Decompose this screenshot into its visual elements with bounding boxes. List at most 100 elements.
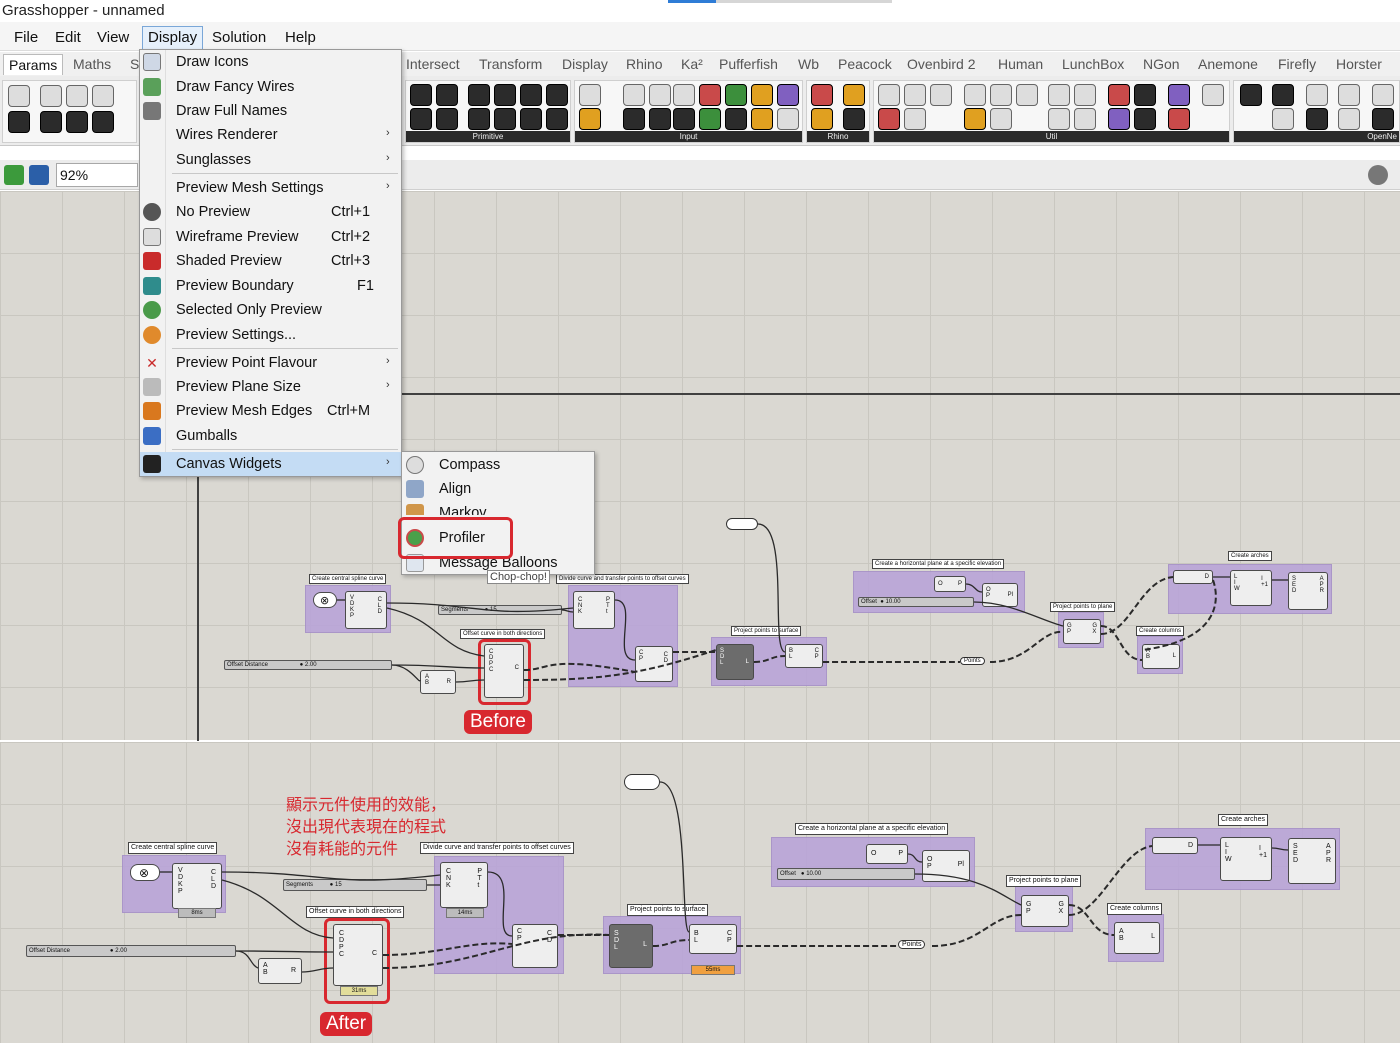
tab-ngon[interactable]: NGon: [1143, 56, 1180, 72]
tab-human[interactable]: Human: [998, 56, 1043, 72]
util-icon[interactable]: [1048, 108, 1070, 130]
openne-icon[interactable]: [1306, 84, 1328, 106]
menu-item-compass[interactable]: Compass: [402, 453, 594, 477]
menu-item-markov[interactable]: Markov: [402, 501, 594, 515]
tab-transform[interactable]: Transform: [479, 56, 542, 72]
util-icon[interactable]: [1074, 108, 1096, 130]
menu-item-draw-full-names[interactable]: Draw Full Names: [140, 99, 401, 123]
openne-icon[interactable]: [1338, 84, 1360, 106]
curve-param-component[interactable]: D: [1173, 570, 1213, 584]
preview-mode-icon[interactable]: [1368, 165, 1388, 185]
menu-item-preview-mesh-settings[interactable]: Preview Mesh Settings ›: [140, 176, 401, 200]
util-icon[interactable]: [1108, 108, 1130, 130]
primitive-icon[interactable]: [468, 108, 490, 130]
tab-display[interactable]: Display: [562, 56, 608, 72]
offset-distance-slider[interactable]: Offset Distance ● 2.00: [224, 660, 392, 670]
menu-help[interactable]: Help: [285, 29, 316, 46]
line-component[interactable]: A B L: [1142, 644, 1180, 669]
menu-item-align[interactable]: Align: [402, 477, 594, 501]
tab-horster[interactable]: Horster: [1336, 56, 1382, 72]
segments-slider[interactable]: Segments ● 15: [283, 879, 427, 891]
input-icon[interactable]: [699, 108, 721, 130]
util-icon[interactable]: [1134, 108, 1156, 130]
primitive-icon[interactable]: [468, 84, 490, 106]
primitive-icon[interactable]: [436, 84, 458, 106]
primitive-icon[interactable]: [520, 84, 542, 106]
arc-component[interactable]: S E D A P R: [1288, 572, 1328, 610]
menu-item-preview-mesh-edges[interactable]: Preview Mesh Edges Ctrl+M: [140, 399, 401, 423]
closest-points-component[interactable]: C P C D: [635, 646, 673, 682]
brep-intersect-component[interactable]: B L C P: [689, 924, 737, 954]
menu-item-preview-point-flavour[interactable]: ✕ Preview Point Flavour ›: [140, 351, 401, 375]
util-icon[interactable]: [1202, 84, 1224, 106]
tab-ovenbird[interactable]: Ovenbird 2: [907, 56, 975, 72]
negative-component[interactable]: A B R: [420, 670, 456, 694]
primitive-icon[interactable]: [494, 84, 516, 106]
input-icon[interactable]: [725, 84, 747, 106]
input-icon[interactable]: [751, 108, 773, 130]
util-icon[interactable]: [1108, 84, 1130, 106]
brep-intersect-component[interactable]: B L C P: [785, 644, 823, 668]
input-icon[interactable]: [649, 108, 671, 130]
util-icon[interactable]: [990, 84, 1012, 106]
openne-icon[interactable]: [1338, 108, 1360, 130]
xy-plane-component[interactable]: O P Pl: [922, 850, 970, 882]
offset-distance-slider[interactable]: Offset Distance ● 2.00: [26, 945, 236, 957]
tab-pufferfish[interactable]: Pufferfish: [719, 56, 778, 72]
project-plane-component[interactable]: G P G X: [1021, 895, 1069, 927]
param-icon[interactable]: [40, 111, 62, 133]
offset-slider[interactable]: Offset ● 10.00: [777, 868, 915, 880]
param-icon[interactable]: [66, 111, 88, 133]
openne-icon[interactable]: [1372, 108, 1394, 130]
spline-component[interactable]: V D K P C L D: [172, 863, 222, 909]
tab-intersect[interactable]: Intersect: [406, 56, 460, 72]
rhino-icon[interactable]: [811, 84, 833, 106]
input-icon[interactable]: [579, 84, 601, 106]
util-icon[interactable]: [1016, 84, 1038, 106]
project-plane-component[interactable]: G P G X: [1063, 619, 1101, 644]
input-icon[interactable]: [777, 84, 799, 106]
menu-item-sunglasses[interactable]: Sunglasses ›: [140, 148, 401, 172]
tab-rhino[interactable]: Rhino: [626, 56, 663, 72]
param-icon[interactable]: [8, 111, 30, 133]
menu-item-shaded-preview[interactable]: Shaded Preview Ctrl+3: [140, 249, 401, 273]
primitive-icon[interactable]: [494, 108, 516, 130]
menu-item-preview-plane-size[interactable]: Preview Plane Size ›: [140, 375, 401, 399]
input-icon[interactable]: [725, 108, 747, 130]
rhino-icon[interactable]: [843, 84, 865, 106]
input-icon[interactable]: [673, 108, 695, 130]
menu-item-wires-renderer[interactable]: Wires Renderer ›: [140, 123, 401, 147]
primitive-icon[interactable]: [410, 108, 432, 130]
points-relay[interactable]: Points: [898, 940, 926, 949]
util-icon[interactable]: [964, 84, 986, 106]
input-icon[interactable]: [623, 84, 645, 106]
input-icon[interactable]: [673, 84, 695, 106]
menu-item-selected-only-preview[interactable]: Selected Only Preview: [140, 298, 401, 322]
xy-plane-component[interactable]: O P Pl: [982, 583, 1018, 607]
util-icon[interactable]: [904, 108, 926, 130]
param-icon[interactable]: [92, 111, 114, 133]
tab-s[interactable]: S: [130, 56, 139, 72]
tab-firefly[interactable]: Firefly: [1278, 56, 1316, 72]
util-icon[interactable]: [1168, 108, 1190, 130]
menu-file[interactable]: File: [14, 29, 38, 46]
input-icon[interactable]: [579, 108, 601, 130]
menu-solution[interactable]: Solution: [212, 29, 266, 46]
menu-item-preview-boundary[interactable]: Preview Boundary F1: [140, 274, 401, 298]
openne-icon[interactable]: [1306, 108, 1328, 130]
menu-view[interactable]: View: [97, 29, 129, 46]
util-icon[interactable]: [1074, 84, 1096, 106]
menu-item-wireframe-preview[interactable]: Wireframe Preview Ctrl+2: [140, 225, 401, 249]
rhino-icon[interactable]: [843, 108, 865, 130]
list-item-component[interactable]: L I W I +1: [1220, 837, 1272, 881]
divide-curve-component[interactable]: C N K P T t: [440, 862, 488, 908]
util-icon[interactable]: [1048, 84, 1070, 106]
rhino-icon[interactable]: [811, 108, 833, 130]
primitive-icon[interactable]: [436, 108, 458, 130]
tab-params[interactable]: Params: [3, 54, 64, 75]
input-icon[interactable]: [751, 84, 773, 106]
menu-item-gumballs[interactable]: Gumballs: [140, 424, 401, 448]
param-icon[interactable]: [8, 85, 30, 107]
input-icon[interactable]: [623, 108, 645, 130]
openne-icon[interactable]: [1272, 84, 1294, 106]
